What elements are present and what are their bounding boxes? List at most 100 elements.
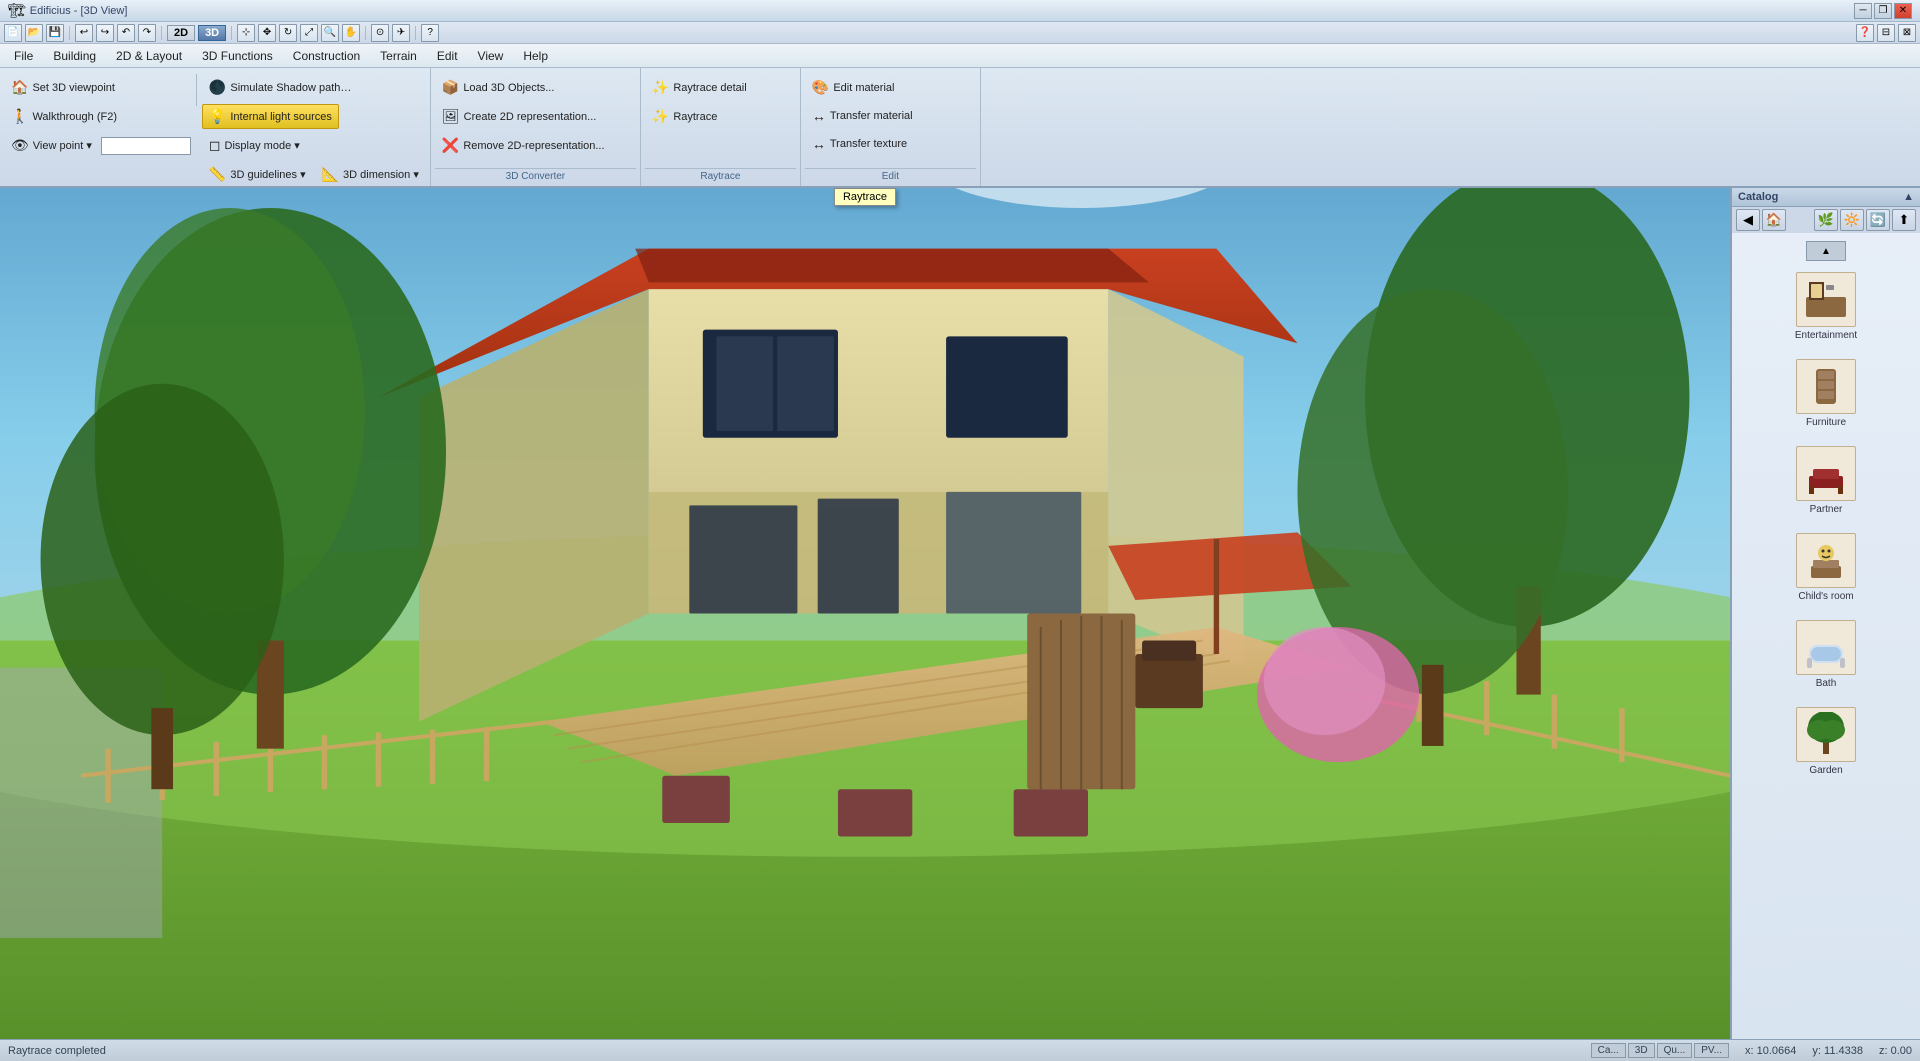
catalog-view3-tab[interactable]: 🔄 <box>1866 209 1890 231</box>
catalog-view4-tab[interactable]: ⬆ <box>1892 209 1916 231</box>
simulate-shadow-button[interactable]: 🌑 Simulate Shadow path… <box>202 75 359 100</box>
move-button[interactable]: ✥ <box>258 24 276 42</box>
catalog-expand-icon[interactable]: ▲ <box>1903 191 1914 203</box>
3d-toggle[interactable]: 3D <box>198 25 226 41</box>
scale-button[interactable]: ⤢ <box>300 24 318 42</box>
zoom-button[interactable]: 🔍 <box>321 24 339 42</box>
furniture-thumb <box>1796 359 1856 414</box>
statusbar: Raytrace completed Ca... 3D Qu... PV... … <box>0 1039 1920 1061</box>
menu-help[interactable]: Help <box>513 46 558 66</box>
collapse-button[interactable]: ⊠ <box>1898 24 1916 42</box>
catalog-view2-tab[interactable]: 🔆 <box>1840 209 1864 231</box>
close-button[interactable]: ✕ <box>1894 3 1912 19</box>
edit-material-icon: 🎨 <box>812 79 829 96</box>
scroll-up-button[interactable]: ▲ <box>1806 241 1846 261</box>
viewport[interactable]: Raytrace <box>0 188 1730 1039</box>
menu-file[interactable]: File <box>4 46 43 66</box>
catalog-item-childs-room[interactable]: Child's room <box>1736 526 1916 609</box>
status-tab-pv[interactable]: PV... <box>1694 1043 1729 1058</box>
walkthrough-icon: 🚶 <box>11 108 28 125</box>
menu-building[interactable]: Building <box>43 46 106 66</box>
raytrace-col: ✨ Raytrace detail ✨ Raytrace <box>645 74 754 130</box>
edit-content: 🎨 Edit material ↔ Transfer material ↔ Tr… <box>805 72 976 166</box>
ribbon: 🏠 Set 3D viewpoint 🚶 Walkthrough (F2) 👁 … <box>0 68 1920 188</box>
load-3d-row: 📦 Load 3D Objects... <box>435 74 612 101</box>
undo-button[interactable]: ↩ <box>75 24 93 42</box>
help-button[interactable]: ? <box>421 24 439 42</box>
catalog-item-partner[interactable]: Partner <box>1736 439 1916 522</box>
new-button[interactable]: 📄 <box>4 24 22 42</box>
viewpoint-icon: 🏠 <box>11 79 28 96</box>
sep2 <box>161 26 162 40</box>
transfer-material-button[interactable]: ↔ Transfer material <box>805 104 920 128</box>
minimize-button[interactable]: ─ <box>1854 3 1872 19</box>
raytrace-detail-button[interactable]: ✨ Raytrace detail <box>645 75 754 100</box>
menu-construction[interactable]: Construction <box>283 46 370 66</box>
catalog-scroll-area[interactable]: ▲ Entertainment <box>1732 233 1920 1039</box>
walkthrough-row: 🚶 Walkthrough (F2) <box>4 103 191 130</box>
3d-dimension-button[interactable]: 📐 3D dimension ▾ <box>315 162 426 187</box>
load-icon: 📦 <box>442 79 459 96</box>
internal-light-button[interactable]: 💡 Internal light sources <box>202 104 339 129</box>
forward-button[interactable]: ↷ <box>138 24 156 42</box>
viewpoint-dropdown-button[interactable]: 👁 View point ▾ <box>4 133 99 158</box>
raytrace-button[interactable]: ✨ Raytrace <box>645 104 724 129</box>
save-button[interactable]: 💾 <box>46 24 64 42</box>
main-area: Raytrace <box>0 188 1920 1039</box>
transfer-texture-button[interactable]: ↔ Transfer texture <box>805 132 914 156</box>
catalog-title: Catalog <box>1738 191 1778 203</box>
viewpoint-input[interactable] <box>101 137 191 155</box>
catalog-home-button[interactable]: 🏠 <box>1762 209 1786 231</box>
childs-room-thumb <box>1796 533 1856 588</box>
transfer-texture-row: ↔ Transfer texture <box>805 131 920 157</box>
open-button[interactable]: 📂 <box>25 24 43 42</box>
display-mode-row: 💡 Internal light sources <box>202 103 426 130</box>
fly-button[interactable]: ✈ <box>392 24 410 42</box>
catalog-tab-icons: 🌿 🔆 🔄 ⬆ <box>1814 209 1916 231</box>
sep-gen1 <box>196 74 197 106</box>
orbit-button[interactable]: ⊙ <box>371 24 389 42</box>
catalog-nav: ◀ 🏠 🌿 🔆 🔄 ⬆ <box>1732 207 1920 233</box>
menu-terrain[interactable]: Terrain <box>370 46 427 66</box>
create-2d-button[interactable]: 🖼 Create 2D representation... <box>435 104 603 129</box>
catalog-item-entertainment[interactable]: Entertainment <box>1736 265 1916 348</box>
rotate-button[interactable]: ↻ <box>279 24 297 42</box>
question-button[interactable]: ❓ <box>1856 24 1874 42</box>
catalog-nav-arrows: ◀ 🏠 <box>1736 209 1786 231</box>
catalog-view1-tab[interactable]: 🌿 <box>1814 209 1838 231</box>
guidelines-row: 📏 3D guidelines ▾ 📐 3D dimension ▾ <box>202 161 426 188</box>
2d-toggle[interactable]: 2D <box>167 25 195 41</box>
guidelines-button[interactable]: 📏 3D guidelines ▾ <box>202 162 313 187</box>
bath-label: Bath <box>1816 678 1837 689</box>
menubar: File Building 2D & Layout 3D Functions C… <box>0 44 1920 68</box>
menu-view[interactable]: View <box>468 46 514 66</box>
display-mode-button[interactable]: ◻ Display mode ▾ <box>202 133 307 158</box>
sep3 <box>231 26 232 40</box>
catalog-item-bath[interactable]: Bath <box>1736 613 1916 696</box>
edit-col: 🎨 Edit material ↔ Transfer material ↔ Tr… <box>805 74 920 157</box>
menu-2dlayout[interactable]: 2D & Layout <box>106 46 192 66</box>
status-tab-3d[interactable]: 3D <box>1628 1043 1655 1058</box>
ribbon-section-raytrace: ✨ Raytrace detail ✨ Raytrace Raytrace <box>641 68 801 186</box>
menu-edit[interactable]: Edit <box>427 46 468 66</box>
titlebar-controls: ─ ❐ ✕ <box>1854 3 1912 19</box>
set-viewpoint-button[interactable]: 🏠 Set 3D viewpoint <box>4 75 122 100</box>
catalog-item-furniture[interactable]: Furniture <box>1736 352 1916 435</box>
catalog-item-garden[interactable]: Garden <box>1736 700 1916 783</box>
redo-button[interactable]: ↪ <box>96 24 114 42</box>
expand-button[interactable]: ⊟ <box>1877 24 1895 42</box>
status-tab-qu[interactable]: Qu... <box>1657 1043 1693 1058</box>
raytrace-title: Raytrace <box>645 168 796 182</box>
select-button[interactable]: ⊹ <box>237 24 255 42</box>
walkthrough-button[interactable]: 🚶 Walkthrough (F2) <box>4 104 124 129</box>
catalog-back-button[interactable]: ◀ <box>1736 209 1760 231</box>
status-tab-ca[interactable]: Ca... <box>1591 1043 1626 1058</box>
back-button[interactable]: ↶ <box>117 24 135 42</box>
restore-button[interactable]: ❐ <box>1874 3 1892 19</box>
load-3d-button[interactable]: 📦 Load 3D Objects... <box>435 75 562 100</box>
menu-3dfunctions[interactable]: 3D Functions <box>192 46 283 66</box>
remove-2d-button[interactable]: ❌ Remove 2D-representation... <box>435 133 612 158</box>
coord-y: y: 11.4338 <box>1812 1045 1863 1057</box>
edit-material-button[interactable]: 🎨 Edit material <box>805 75 902 100</box>
pan-button[interactable]: ✋ <box>342 24 360 42</box>
